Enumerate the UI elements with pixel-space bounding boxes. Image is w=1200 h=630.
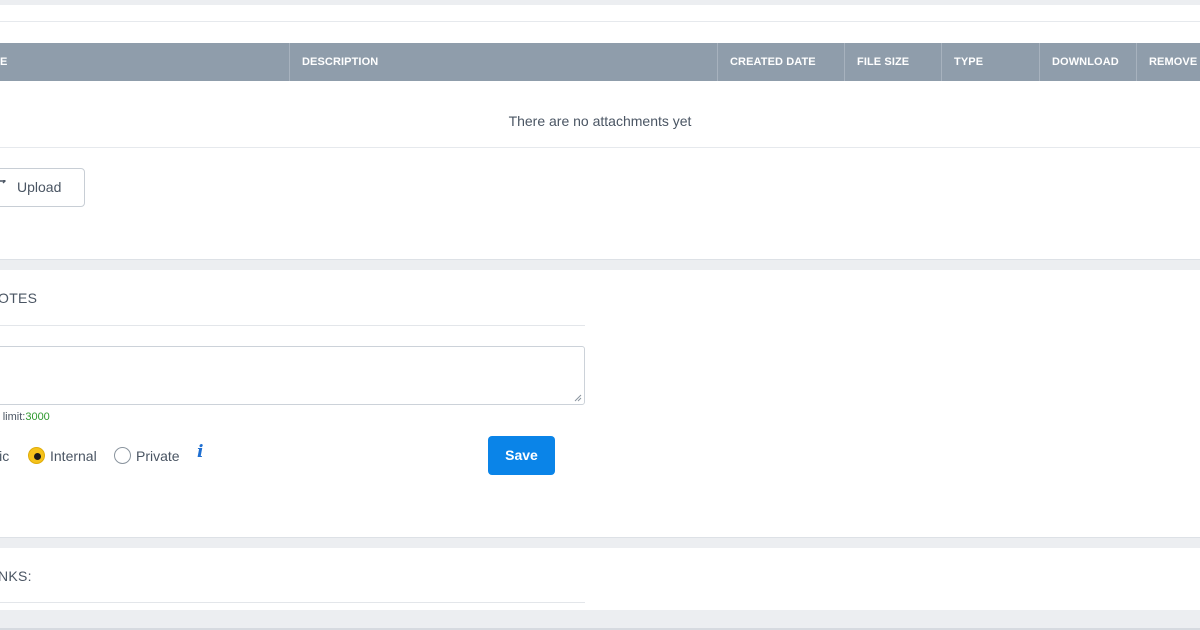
notes-textarea[interactable] [0, 346, 585, 405]
column-header-download[interactable]: DOWNLOAD [1039, 43, 1136, 81]
notes-title: OTES [0, 290, 38, 306]
attachments-table-header: E DESCRIPTION CREATED DATE FILE SIZE TYP… [0, 43, 1200, 81]
radio-private-circle[interactable] [114, 447, 131, 464]
attachments-section: E DESCRIPTION CREATED DATE FILE SIZE TYP… [0, 5, 1200, 260]
upload-button-label: Upload [17, 179, 62, 195]
column-header-name[interactable]: E [0, 43, 289, 81]
radio-internal-circle[interactable] [28, 447, 45, 464]
column-header-description[interactable]: DESCRIPTION [289, 43, 717, 81]
divider [0, 602, 585, 603]
column-header-file-size[interactable]: FILE SIZE [844, 43, 941, 81]
upload-button[interactable]: Upload [0, 168, 85, 207]
column-header-type[interactable]: TYPE [941, 43, 1039, 81]
empty-attachments-message: There are no attachments yet [0, 81, 1200, 148]
divider [0, 21, 1200, 22]
character-limit-value: 3000 [25, 411, 50, 423]
radio-private-label: Private [136, 448, 180, 464]
divider [0, 325, 585, 326]
radio-internal-label: Internal [50, 448, 97, 464]
resize-grip-icon[interactable] [574, 394, 582, 402]
info-icon[interactable]: i [197, 442, 203, 462]
character-limit-label: r limit: [0, 411, 26, 423]
character-limit: r limit:3000 [0, 411, 50, 423]
save-button[interactable]: Save [488, 436, 555, 475]
upload-icon [0, 169, 9, 206]
column-header-remove[interactable]: REMOVE [1136, 43, 1200, 81]
links-section: NKS: [0, 548, 1200, 610]
links-title: NKS: [0, 568, 32, 584]
page-background-band [0, 610, 1200, 630]
radio-public[interactable]: lic [0, 445, 9, 467]
column-header-created-date[interactable]: CREATED DATE [717, 43, 844, 81]
notes-section: OTES r limit:3000 lic Internal Private i… [0, 270, 1200, 538]
radio-public-label: lic [0, 448, 10, 464]
